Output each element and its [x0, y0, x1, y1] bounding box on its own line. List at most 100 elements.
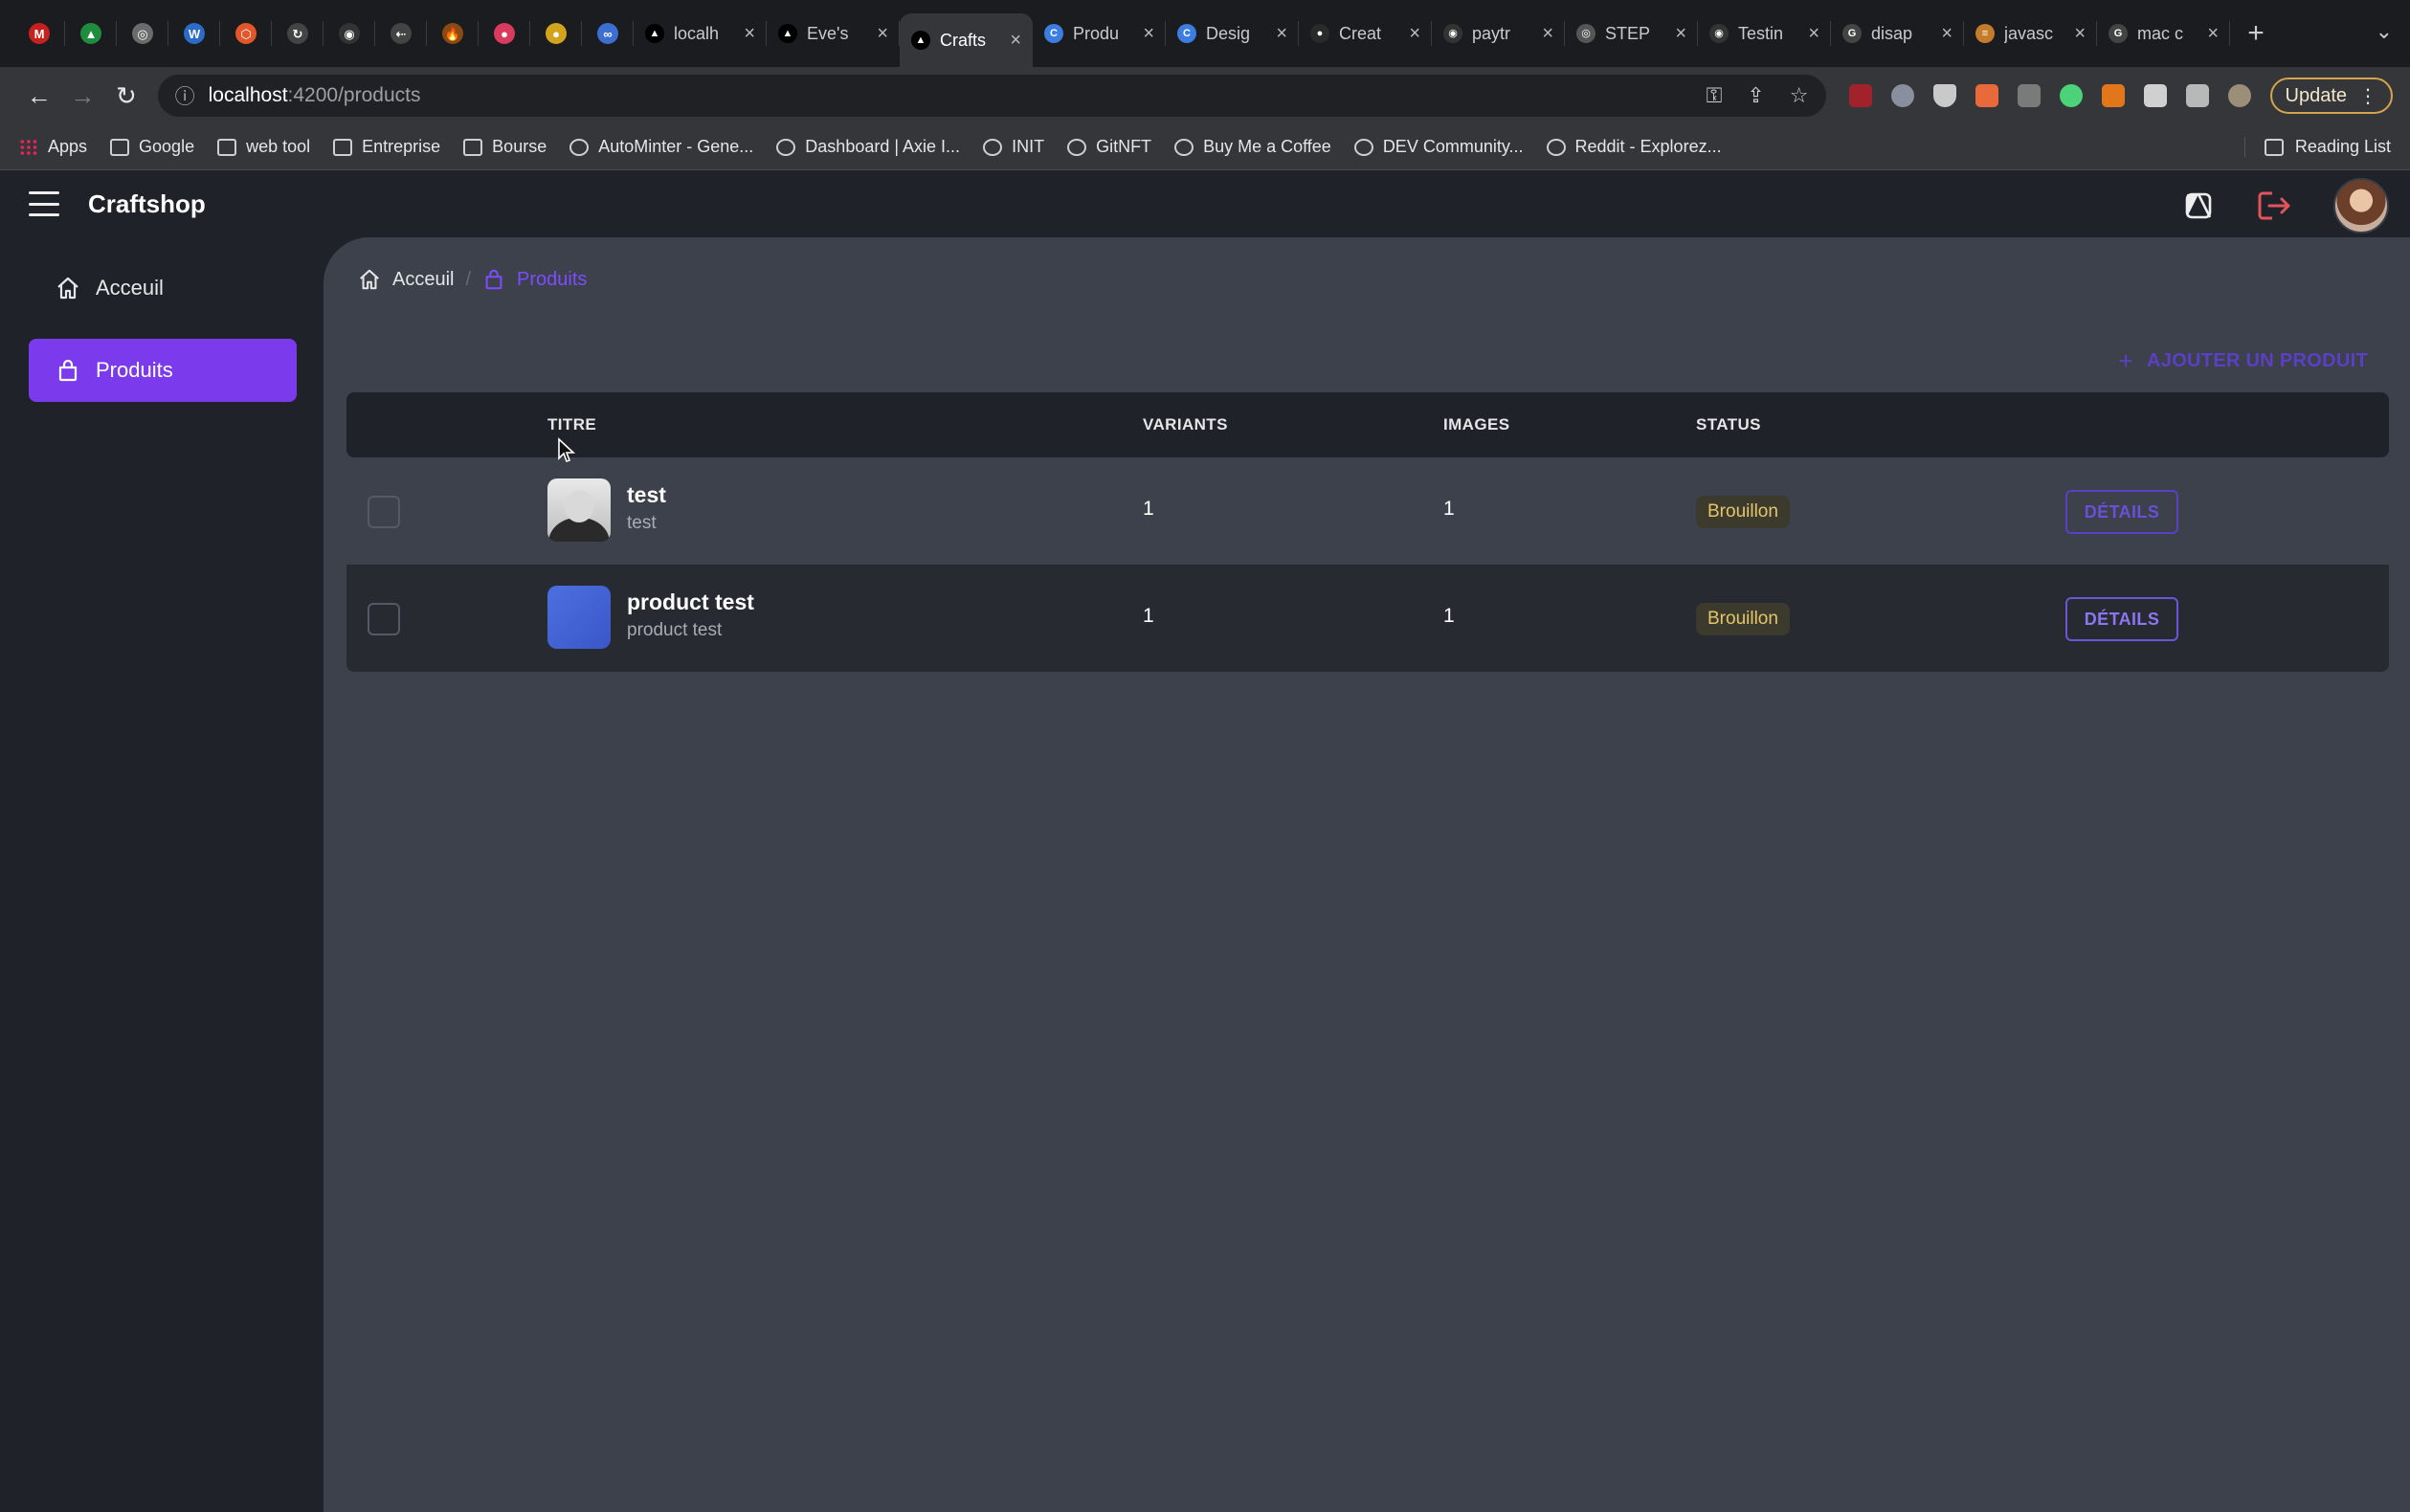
browser-tab[interactable]: Gmac c ×	[2097, 0, 2230, 67]
column-header-variants[interactable]: VARIANTS	[1143, 415, 1228, 434]
puzzle-extensions-icon[interactable]	[2143, 84, 2167, 107]
pinned-tab[interactable]: ▲	[65, 0, 117, 67]
metamask-extension-icon[interactable]	[2101, 84, 2125, 107]
flame-icon: 🔥	[442, 23, 463, 44]
pinned-tab[interactable]: ⬡	[220, 0, 272, 67]
site-info-icon[interactable]: ⓘ	[175, 81, 195, 110]
pinned-tab[interactable]: ●	[479, 0, 530, 67]
logout-icon[interactable]	[2257, 188, 2293, 224]
menu-icon[interactable]	[29, 191, 59, 216]
browser-tab[interactable]: ◉ paytr ×	[1432, 0, 1565, 67]
github-icon: ◉	[339, 23, 360, 44]
browser-tab[interactable]: ● Creat ×	[1299, 0, 1432, 67]
column-header-status[interactable]: STATUS	[1696, 415, 1761, 434]
tab-search-chevron-icon[interactable]: ⌄	[2376, 19, 2393, 44]
reading-list-button[interactable]: Reading List	[2243, 137, 2391, 157]
update-button[interactable]: Update ⋮	[2269, 78, 2394, 114]
media-queue-icon[interactable]	[2185, 84, 2209, 107]
close-tab-icon[interactable]: ×	[1808, 23, 1819, 45]
bookmark-item[interactable]: Buy Me a Coffee	[1174, 137, 1331, 157]
browser-tab[interactable]: C Produ ×	[1033, 0, 1166, 67]
browser-tab[interactable]: C Desig ×	[1166, 0, 1299, 67]
close-tab-icon[interactable]: ×	[2074, 23, 2086, 45]
pinned-tab[interactable]: W	[168, 0, 220, 67]
sidebar-item-produits[interactable]: Produits	[29, 339, 297, 402]
close-tab-icon[interactable]: ×	[1143, 23, 1154, 45]
browser-tab[interactable]: ◉ Testin ×	[1698, 0, 1831, 67]
bookmark-item[interactable]: Entreprise	[333, 137, 440, 157]
bookmark-item[interactable]: GitNFT	[1067, 137, 1151, 157]
bookmark-item[interactable]: AutoMinter - Gene...	[569, 137, 753, 157]
tab-title: mac c	[2137, 23, 2184, 43]
pinned-tab[interactable]: ⇠	[375, 0, 427, 67]
close-tab-icon[interactable]: ×	[1941, 23, 1953, 45]
pinned-tab[interactable]: ●	[530, 0, 582, 67]
theme-toggle-icon[interactable]	[2180, 188, 2217, 224]
share-icon[interactable]: ⇪	[1747, 83, 1764, 108]
column-header-titre[interactable]: TITRE	[547, 415, 596, 434]
close-tab-icon[interactable]: ×	[1542, 23, 1553, 45]
user-avatar[interactable]	[2333, 178, 2389, 233]
heart-extension-icon[interactable]	[2059, 84, 2083, 107]
forward-button[interactable]: →	[61, 74, 105, 118]
add-product-button[interactable]: + AJOUTER UN PRODUIT	[2119, 346, 2368, 376]
pinned-tab[interactable]: ∞	[582, 0, 634, 67]
bookmark-item[interactable]: Bourse	[463, 137, 547, 157]
column-header-images[interactable]: IMAGES	[1443, 415, 1509, 434]
fox-extension-icon[interactable]	[1975, 84, 1998, 107]
bookmark-item[interactable]: DEV Community...	[1353, 137, 1524, 157]
row-checkbox[interactable]	[368, 603, 400, 635]
bookmark-item[interactable]: INIT	[983, 137, 1044, 157]
table-row[interactable]: product test product test 1 1 Brouillon …	[346, 565, 2389, 672]
pinned-tab[interactable]: M	[13, 0, 65, 67]
browser-tab[interactable]: ◎ STEP ×	[1565, 0, 1698, 67]
bookmark-item[interactable]: Google	[110, 137, 194, 157]
ublock-extension-icon[interactable]	[1848, 84, 1872, 107]
close-tab-icon[interactable]: ×	[1010, 30, 1021, 52]
pinned-tab[interactable]: ↻	[272, 0, 324, 67]
key-icon[interactable]: ⚿	[1707, 83, 1723, 108]
home-icon	[57, 277, 78, 300]
code-extension-icon[interactable]	[2017, 84, 2041, 107]
c-logo-icon: C	[1177, 24, 1196, 43]
circle-extension-icon[interactable]	[1890, 84, 1914, 107]
shield-extension-icon[interactable]	[1932, 84, 1956, 107]
pinned-tab[interactable]: ◉	[324, 0, 375, 67]
bookmark-star-icon[interactable]: ☆	[1790, 83, 1809, 108]
browser-tab[interactable]: ▲ Eve's ×	[767, 0, 900, 67]
reload-button[interactable]: ↻	[104, 74, 148, 118]
row-checkbox[interactable]	[368, 496, 400, 528]
address-bar[interactable]: ⓘ localhost:4200/products ⚿ ⇪ ☆	[157, 75, 1826, 117]
breadcrumb-acceuil[interactable]: Acceuil	[358, 268, 454, 291]
new-tab-button[interactable]: +	[2230, 0, 2282, 67]
close-tab-icon[interactable]: ×	[2207, 23, 2219, 45]
table-row[interactable]: test test 1 1 Brouillon DÉTAILS	[346, 457, 2389, 565]
pinned-tab[interactable]: 🔥	[427, 0, 479, 67]
details-button[interactable]: DÉTAILS	[2065, 490, 2178, 534]
bookmark-item[interactable]: web tool	[217, 137, 310, 157]
browser-tab[interactable]: Gdisap ×	[1831, 0, 1964, 67]
sidebar-item-acceuil[interactable]: Acceuil	[29, 256, 297, 320]
product-thumbnail	[547, 586, 611, 649]
github-icon: ◉	[1709, 24, 1729, 43]
bookmark-label: GitNFT	[1096, 137, 1152, 156]
close-tab-icon[interactable]: ×	[1276, 23, 1287, 45]
images-count: 1	[1443, 605, 1455, 627]
details-button[interactable]: DÉTAILS	[2065, 597, 2178, 641]
browser-tab[interactable]: ≡ javasc ×	[1964, 0, 2097, 67]
breadcrumb-produits: Produits	[482, 268, 587, 291]
bookmark-item[interactable]: Apps	[19, 137, 87, 157]
back-button[interactable]: ←	[17, 74, 61, 118]
products-table: TITRE VARIANTS IMAGES STATUS test test 1…	[346, 392, 2389, 672]
table-header: TITRE VARIANTS IMAGES STATUS	[346, 392, 2389, 457]
close-tab-icon[interactable]: ×	[744, 23, 755, 45]
bookmark-item[interactable]: Dashboard | Axie I...	[776, 137, 960, 157]
bookmark-item[interactable]: Reddit - Explorez...	[1546, 137, 1722, 157]
close-tab-icon[interactable]: ×	[1675, 23, 1686, 45]
pinned-tab[interactable]: ◎	[117, 0, 168, 67]
close-tab-icon[interactable]: ×	[1409, 23, 1420, 45]
close-tab-icon[interactable]: ×	[877, 23, 888, 45]
browser-tab[interactable]: ▲ Crafts ×	[900, 13, 1033, 67]
browser-tab[interactable]: ▲ localh ×	[634, 0, 767, 67]
profile-extension-icon[interactable]	[2227, 84, 2251, 107]
